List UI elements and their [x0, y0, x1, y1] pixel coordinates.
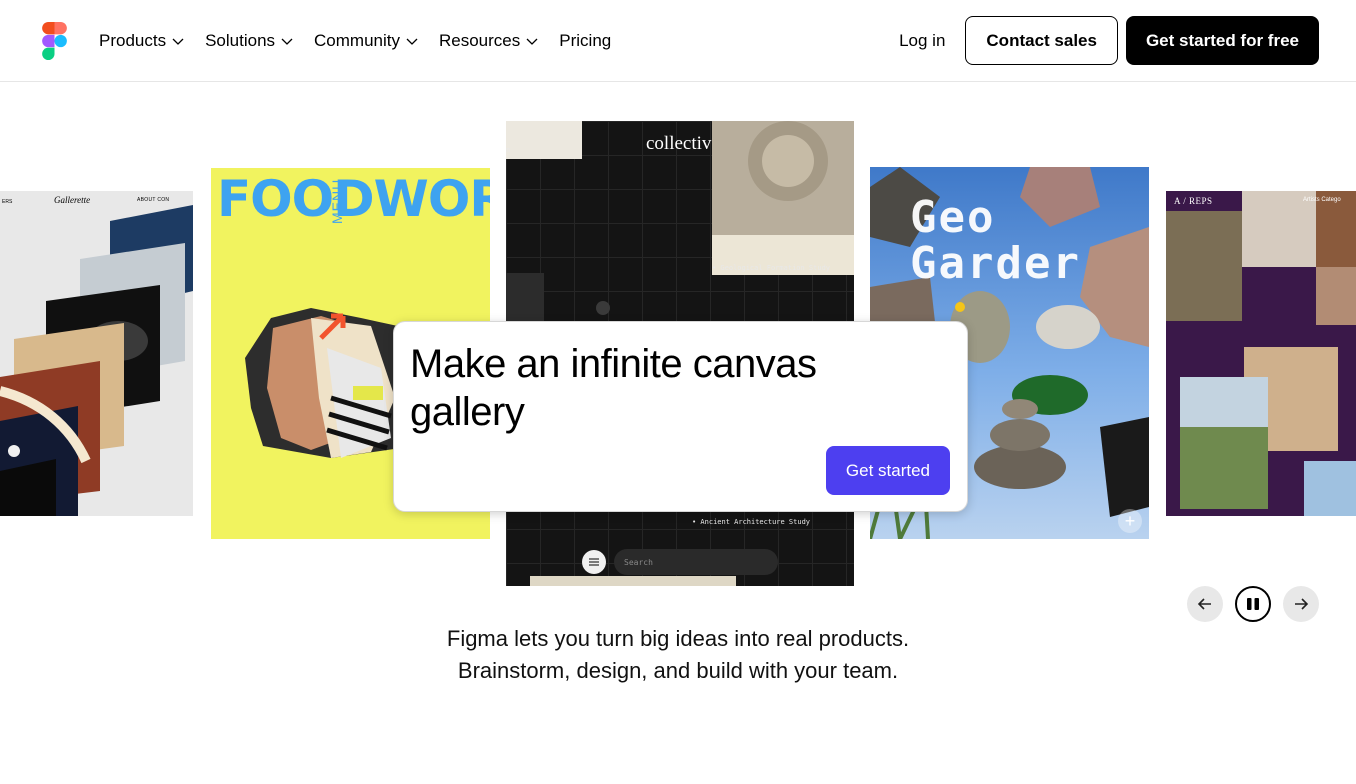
carousel-next-button[interactable]: [1283, 586, 1319, 622]
login-link[interactable]: Log in: [899, 31, 945, 51]
foodworks-menu-label: MENU: [329, 178, 345, 224]
pause-icon: [1247, 598, 1259, 610]
chevron-down-icon: [172, 38, 184, 45]
primary-nav: Products Solutions Community Resources P…: [99, 28, 631, 54]
hero-tagline: Figma lets you turn big ideas into real …: [0, 623, 1356, 687]
gallerette-artwork: [0, 205, 193, 516]
plus-icon[interactable]: +: [1118, 509, 1142, 533]
nav-community-label: Community: [314, 31, 400, 50]
nav-products-label: Products: [99, 31, 167, 50]
geo-garden-title-line2: Garder: [910, 238, 1081, 289]
nav-products[interactable]: Products: [99, 28, 185, 54]
chevron-down-icon: [281, 38, 293, 45]
top-navigation: Products Solutions Community Resources P…: [0, 0, 1356, 82]
arrow-left-icon: [1197, 598, 1211, 610]
chevron-down-icon: [406, 38, 418, 45]
foodworks-title: FOODWORKS: [217, 170, 490, 228]
reps-nav: Artists Catego: [1303, 197, 1341, 203]
nav-resources[interactable]: Resources: [439, 28, 539, 54]
nav-resources-label: Resources: [439, 31, 521, 50]
collective-caption-geological: • Geological Formation Study: [712, 264, 831, 272]
nav-pricing-label: Pricing: [559, 31, 612, 50]
chevron-down-icon: [526, 38, 538, 45]
gallery-card-gallerette[interactable]: ERS Gallerette ABOUT CON: [0, 191, 193, 516]
reps-title: A / REPS: [1174, 196, 1213, 206]
carousel-prev-button[interactable]: [1187, 586, 1223, 622]
reps-artwork: [1166, 191, 1356, 516]
geo-garden-title: Geo Garder: [910, 195, 1149, 287]
figma-logo-icon[interactable]: [41, 22, 68, 60]
get-started-free-button[interactable]: Get started for free: [1125, 16, 1319, 65]
gallery-card-reps[interactable]: A / REPS Artists Catego: [1166, 191, 1356, 516]
nav-solutions[interactable]: Solutions: [205, 28, 294, 54]
tagline-line1: Figma lets you turn big ideas into real …: [446, 626, 910, 651]
arrow-right-icon: [1295, 598, 1309, 610]
contact-sales-button[interactable]: Contact sales: [965, 16, 1118, 65]
get-started-button[interactable]: Get started: [825, 446, 950, 495]
tagline-line2: Brainstorm, design, and build with your …: [457, 658, 899, 683]
cta-title: Make an infinite canvas gallery: [410, 342, 817, 434]
cta-card: Make an infinite canvas gallery Get star…: [393, 321, 968, 512]
nav-solutions-label: Solutions: [205, 31, 276, 50]
menu-icon: [589, 558, 599, 566]
collective-menu-button[interactable]: [582, 550, 606, 574]
carousel-pause-button[interactable]: [1235, 586, 1271, 622]
nav-community[interactable]: Community: [314, 28, 419, 54]
collective-title: collectiv: [646, 133, 712, 154]
collective-caption-architecture: • Ancient Architecture Study: [692, 518, 811, 526]
collective-small-label: n: [506, 146, 511, 154]
collective-search-field[interactable]: Search: [614, 549, 778, 575]
nav-pricing[interactable]: Pricing: [559, 28, 611, 54]
geo-garden-title-line1: Geo: [910, 192, 996, 243]
nav-actions: Log in Contact sales Get started for fre…: [899, 16, 1319, 65]
